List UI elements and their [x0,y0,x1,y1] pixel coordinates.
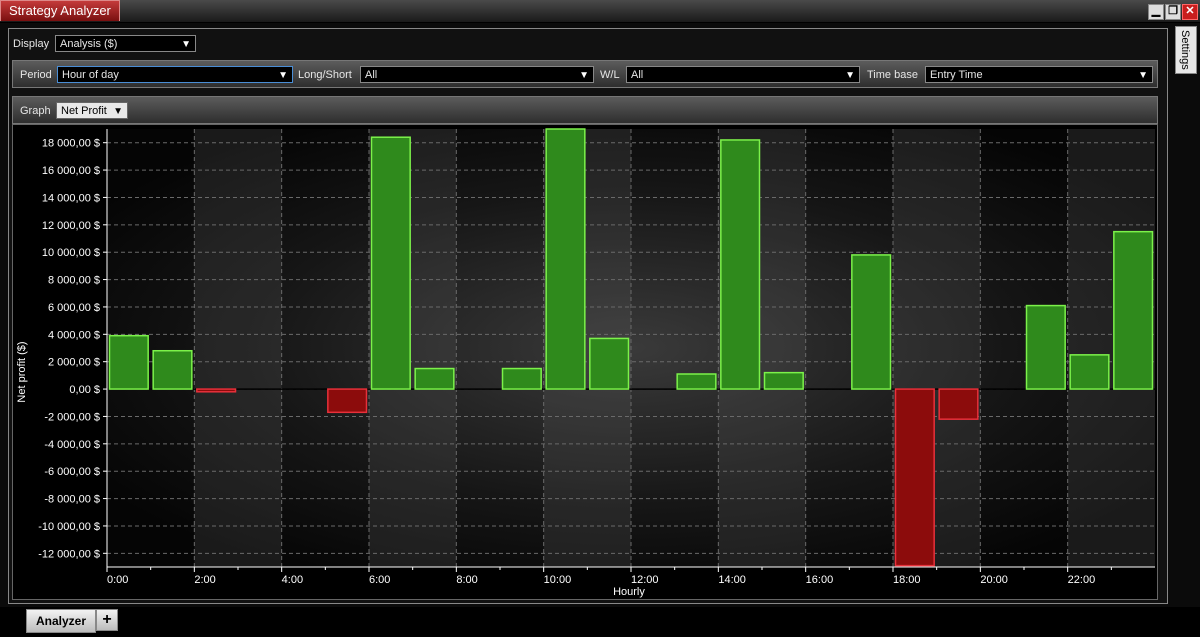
settings-tab-label: Settings [1179,30,1191,70]
bar-hour-14 [720,139,761,390]
minimize-icon[interactable]: ▁ [1148,4,1164,20]
analyzer-tab[interactable]: Analyzer [26,609,96,633]
bar-hour-18 [894,388,935,567]
x-tick-label: 16:00 [806,574,834,586]
y-tick-label: -6 000,00 $ [44,466,100,478]
timebase-select[interactable]: Entry Time ▼ [925,66,1153,83]
plot-band [194,129,282,567]
x-tick-label: 8:00 [456,574,477,586]
x-tick-label: 6:00 [369,574,390,586]
bar-hour-5 [327,388,368,414]
y-tick-label: -2 000,00 $ [44,411,100,423]
add-tab-button[interactable]: + [96,609,118,631]
bar-hour-15 [763,371,804,390]
x-tick-label: 20:00 [980,574,1008,586]
period-label: Period [20,69,52,81]
net-profit-chart: 18 000,00 $ 16 000,00 $ 14 000,00 $ 12 000,… [12,124,1158,600]
chevron-down-icon: ▼ [113,106,123,117]
y-tick-label: -4 000,00 $ [44,439,100,451]
chevron-down-icon: ▼ [181,39,191,50]
y-tick-label: 14 000,00 $ [42,192,100,204]
graph-select[interactable]: Net Profit ▼ [56,102,128,119]
bar-hour-0 [108,334,149,390]
longshort-select-value: All [365,69,378,81]
graph-label: Graph [20,105,51,117]
y-tick-label: 4 000,00 $ [48,329,100,341]
bar-hour-7 [414,367,455,390]
graph-toolbar [12,96,1158,124]
x-tick-label: 2:00 [194,574,215,586]
display-select-value: Analysis ($) [60,38,118,50]
chevron-down-icon: ▼ [1138,70,1148,81]
window-titlebar: Strategy Analyzer ▁ ❐ ✕ [0,0,1200,23]
settings-tab[interactable]: Settings [1175,26,1197,74]
y-tick-label: -8 000,00 $ [44,494,100,506]
longshort-label: Long/Short [298,69,352,81]
bar-hour-2 [196,388,237,393]
restore-icon[interactable]: ❐ [1165,4,1181,20]
y-tick-label: 6 000,00 $ [48,302,100,314]
bar-hour-6 [370,136,411,390]
timebase-select-value: Entry Time [930,69,983,81]
bar-hour-10 [545,128,586,390]
chevron-down-icon: ▼ [579,70,589,81]
y-tick-label: 2 000,00 $ [48,357,100,369]
x-tick-label: 12:00 [631,574,659,586]
x-tick-label: 14:00 [718,574,746,586]
chevron-down-icon: ▼ [845,70,855,81]
period-select-value: Hour of day [62,69,119,81]
x-tick-label: 22:00 [1068,574,1096,586]
close-icon[interactable]: ✕ [1182,4,1198,20]
x-axis-label: Hourly [613,586,645,598]
bar-hour-17 [851,254,892,390]
y-tick-label: -10 000,00 $ [38,521,100,533]
chevron-down-icon: ▼ [278,70,288,81]
x-tick-label: 4:00 [282,574,303,586]
y-tick-label: 18 000,00 $ [42,138,100,150]
x-tick-label: 0:00 [107,574,128,586]
bar-hour-13 [676,373,717,390]
y-tick-label: 10 000,00 $ [42,247,100,259]
display-select[interactable]: Analysis ($) ▼ [55,35,196,52]
bar-hour-23 [1113,230,1154,390]
y-tick-label: 12 000,00 $ [42,220,100,232]
bar-hour-22 [1069,354,1110,390]
y-axis-label: Net profit ($) [16,341,28,402]
window-title: Strategy Analyzer [0,0,120,21]
bottom-tab-strip [0,607,1200,637]
longshort-select[interactable]: All ▼ [360,66,594,83]
bar-hour-1 [152,349,193,390]
display-label: Display [13,38,50,50]
bar-hour-9 [501,367,542,390]
timebase-label: Time base [867,69,918,81]
x-tick-label: 10:00 [544,574,572,586]
bar-hour-21 [1025,304,1066,390]
y-tick-label: 16 000,00 $ [42,165,100,177]
y-tick-label: 8 000,00 $ [48,275,100,287]
wl-select[interactable]: All ▼ [626,66,860,83]
bar-hour-11 [589,337,630,390]
bar-hour-19 [938,388,979,420]
wl-select-value: All [631,69,644,81]
net-profit-chart-svg: 18 000,00 $ 16 000,00 $ 14 000,00 $ 12 000,… [16,128,1155,598]
y-tick-label: -12 000,00 $ [38,548,100,560]
x-tick-label: 18:00 [893,574,921,586]
period-select[interactable]: Hour of day ▼ [57,66,293,83]
y-tick-label: 0,00 $ [69,384,100,396]
wl-label: W/L [600,69,620,81]
graph-select-value: Net Profit [61,105,107,117]
